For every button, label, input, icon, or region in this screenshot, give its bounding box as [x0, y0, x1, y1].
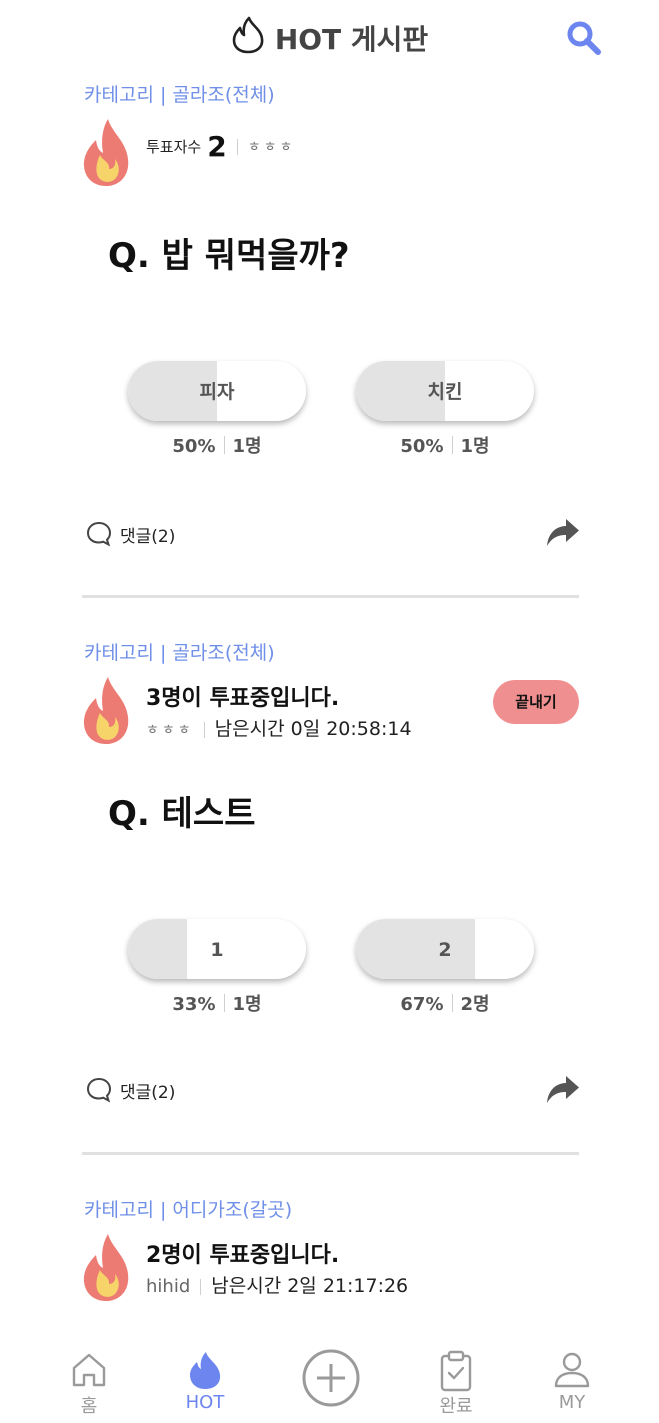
stat-divider	[451, 994, 453, 1012]
vote-count: 1명	[460, 436, 490, 457]
meta-divider	[200, 1278, 202, 1295]
nav-item-add[interactable]	[285, 1340, 375, 1423]
vote-stat: 50% 1명	[356, 432, 534, 458]
time-left: 남은시간 0일 20:58:14	[214, 718, 412, 740]
comments-count: 댓글(2)	[120, 1082, 176, 1103]
vote-option-button[interactable]: 2	[356, 919, 534, 979]
post-author: hihid	[146, 1276, 191, 1297]
meta-divider	[203, 721, 205, 738]
search-icon	[567, 21, 601, 55]
comment-icon	[86, 521, 112, 547]
stat-divider	[223, 436, 225, 454]
post-question: Q. 테스트	[108, 794, 256, 834]
nav-item-home[interactable]: 홈	[44, 1340, 134, 1423]
user-icon	[554, 1352, 590, 1388]
post-category: 카테고리 | 골라조(전체)	[84, 84, 275, 106]
flame-icon	[190, 1352, 221, 1389]
vote-count: 1명	[232, 436, 262, 457]
clipboard-check-icon	[440, 1350, 472, 1392]
voting-status: 3명이 투표중입니다.	[146, 686, 340, 711]
share-icon[interactable]	[546, 518, 580, 548]
nav-item-done[interactable]: 완료	[411, 1340, 501, 1423]
flame-outline-icon	[231, 16, 265, 61]
nav-label: MY	[558, 1392, 586, 1413]
stat-divider	[451, 436, 453, 454]
post-meta: hihid 남은시간 2일 21:17:26	[146, 1271, 408, 1298]
end-vote-button[interactable]: 끝내기	[493, 680, 579, 724]
nav-item-my[interactable]: MY	[527, 1340, 617, 1423]
vote-percent: 67%	[400, 994, 444, 1015]
nav-label: 홈	[80, 1396, 98, 1417]
post-category: 카테고리 | 어디가조(갈곳)	[84, 1199, 293, 1221]
nav-item-hot[interactable]: HOT	[160, 1340, 250, 1423]
post-divider	[82, 1152, 579, 1155]
app-header: HOT 게시판	[0, 0, 659, 76]
bottom-nav: 홈 HOT 완료 MY	[0, 1340, 659, 1423]
vote-stat: 50% 1명	[128, 432, 306, 458]
post-divider	[82, 595, 579, 598]
post-meta: 투표자수 2 ㅎㅎㅎ	[146, 130, 295, 163]
vote-option-label: 2	[438, 939, 452, 961]
hot-flame-icon	[82, 1232, 130, 1302]
add-circle-icon	[302, 1349, 360, 1407]
vote-stat: 33% 1명	[128, 990, 306, 1016]
vote-percent: 50%	[400, 436, 444, 457]
page-title: HOT 게시판	[0, 16, 659, 64]
comments-button[interactable]: 댓글(2)	[86, 521, 175, 551]
post-meta: ㅎㅎㅎ 남은시간 0일 20:58:14	[146, 714, 412, 741]
stat-divider	[223, 994, 225, 1012]
post-author: ㅎㅎㅎ	[247, 139, 296, 156]
nav-label: 완료	[439, 1396, 473, 1417]
comments-count: 댓글(2)	[120, 526, 176, 547]
post-category: 카테고리 | 골라조(전체)	[84, 642, 275, 664]
voter-count: 2	[207, 130, 227, 163]
vote-percent: 33%	[172, 994, 216, 1015]
hot-flame-icon	[82, 675, 130, 745]
search-button[interactable]	[565, 20, 605, 56]
vote-option-label: 피자	[199, 381, 235, 403]
vote-stat: 67% 2명	[356, 990, 534, 1016]
page-title-text: HOT 게시판	[274, 23, 429, 56]
vote-count: 1명	[232, 994, 262, 1015]
post-author: ㅎㅎㅎ	[146, 722, 194, 739]
nav-label: HOT	[185, 1392, 225, 1413]
comment-icon	[86, 1077, 112, 1103]
vote-percent: 50%	[172, 436, 216, 457]
meta-divider	[236, 138, 238, 155]
voting-status: 2명이 투표중입니다.	[146, 1243, 340, 1268]
share-icon[interactable]	[546, 1075, 580, 1105]
vote-option-button[interactable]: 1	[128, 919, 306, 979]
post-question: Q. 밥 뭐먹을까?	[108, 236, 350, 276]
time-left: 남은시간 2일 21:17:26	[211, 1275, 409, 1297]
vote-option-button[interactable]: 피자	[128, 361, 306, 421]
hot-flame-icon	[82, 117, 130, 187]
vote-option-label: 치킨	[427, 381, 463, 403]
vote-count: 2명	[460, 994, 490, 1015]
vote-option-label: 1	[210, 939, 224, 961]
comments-button[interactable]: 댓글(2)	[86, 1077, 175, 1107]
vote-option-button[interactable]: 치킨	[356, 361, 534, 421]
home-icon	[72, 1353, 106, 1387]
voter-count-label: 투표자수	[146, 138, 202, 156]
